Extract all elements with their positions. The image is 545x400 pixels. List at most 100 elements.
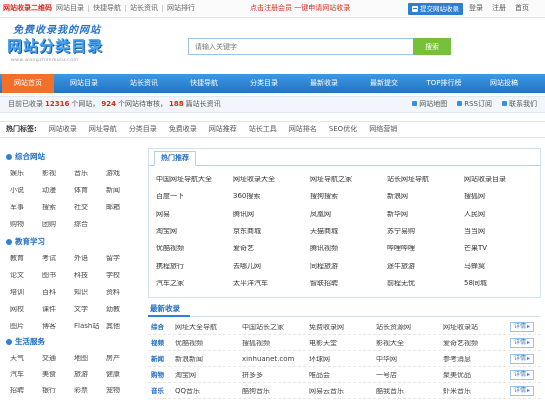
category-link[interactable]: 娱乐 [10, 170, 42, 177]
latest-site-link[interactable]: 搜狐视频 [242, 340, 306, 347]
hot-site-link[interactable]: 途牛旅游 [387, 263, 464, 270]
category-link[interactable]: 旅游 [74, 371, 106, 378]
latest-site-link[interactable]: 站长资源网 [376, 324, 440, 331]
hot-site-link[interactable]: 360搜索 [233, 193, 310, 200]
hot-site-link[interactable]: 马蜂窝 [464, 263, 541, 270]
latest-site-link[interactable]: 电影天堂 [309, 340, 373, 347]
account-link[interactable]: 登录 [469, 5, 483, 12]
latest-site-link[interactable]: 免费收录网 [309, 324, 373, 331]
latest-site-link[interactable]: 爱奇艺视频 [443, 340, 507, 347]
category-link[interactable]: 小说 [10, 187, 42, 194]
nav-item[interactable]: 最新收录 [294, 74, 354, 93]
category-link[interactable]: 考试 [42, 255, 74, 262]
category-link[interactable]: 银行 [42, 387, 74, 394]
hot-site-link[interactable]: 网址收录大全 [233, 176, 310, 183]
category-link[interactable]: 百科 [42, 289, 74, 296]
hot-site-link[interactable]: 凤凰网 [310, 211, 387, 218]
category-link[interactable]: 博客 [42, 323, 74, 330]
category-link[interactable]: 影视 [42, 170, 74, 177]
latest-category-link[interactable]: 购物 [151, 372, 164, 379]
category-link[interactable]: 其他 [106, 323, 138, 330]
category-link[interactable]: Flash站 [74, 323, 106, 330]
latest-site-link[interactable]: 中华网 [376, 356, 440, 363]
nav-item[interactable]: 网站投稿 [474, 74, 534, 93]
hot-site-link[interactable]: 搜狗搜索 [310, 193, 387, 200]
tag-link[interactable]: 免费收录 [169, 126, 197, 133]
top-link[interactable]: 网站排行 [162, 5, 199, 12]
category-link[interactable]: 课件 [42, 306, 74, 313]
latest-site-link[interactable]: 拼多多 [242, 372, 306, 379]
category-link[interactable]: 科技 [74, 272, 106, 279]
category-link[interactable]: 搜索 [42, 204, 74, 211]
latest-more-button[interactable]: 详情 [510, 386, 535, 396]
category-link[interactable]: 外语 [74, 255, 106, 262]
category-link[interactable]: 图片 [10, 323, 42, 330]
latest-site-link[interactable]: 新浪新闻 [175, 356, 239, 363]
category-link[interactable]: 文学 [74, 306, 106, 313]
latest-site-link[interactable]: 优酷视频 [175, 340, 239, 347]
account-link[interactable]: 首页 [515, 5, 529, 12]
category-link[interactable]: 资料 [106, 289, 138, 296]
hot-site-link[interactable]: 站长网址导航 [387, 176, 464, 183]
latest-site-link[interactable]: 酷我音乐 [376, 388, 440, 395]
utility-link[interactable]: RSS订阅 [457, 101, 492, 108]
category-link[interactable]: 美食 [42, 371, 74, 378]
hot-site-link[interactable]: 淘宝网 [156, 228, 233, 235]
hot-site-link[interactable]: 新浪网 [387, 193, 464, 200]
category-link[interactable]: 邮箱 [106, 204, 138, 211]
nav-item[interactable]: 快捷导航 [174, 74, 234, 93]
top-link[interactable]: 网站目录 [56, 5, 88, 12]
top-link[interactable]: 站长资讯 [125, 5, 162, 12]
latest-site-link[interactable]: 网址收录站 [443, 324, 507, 331]
tag-link[interactable]: 网址导航 [89, 126, 117, 133]
latest-site-link[interactable]: 虾米音乐 [443, 388, 507, 395]
search-button[interactable]: 搜索 [413, 38, 451, 55]
latest-more-button[interactable]: 详情 [510, 338, 535, 348]
latest-category-link[interactable]: 综合 [151, 324, 164, 331]
utility-link[interactable]: 网站地图 [412, 101, 447, 108]
category-link[interactable]: 团购 [42, 221, 74, 228]
latest-site-link[interactable]: 网易云音乐 [309, 388, 373, 395]
category-link[interactable]: 彩票 [74, 387, 106, 394]
hot-site-link[interactable]: 新华网 [387, 211, 464, 218]
hot-site-link[interactable]: 优酷视频 [156, 245, 233, 252]
category-link[interactable]: 综合 [74, 221, 106, 228]
nav-item[interactable]: 站长资讯 [114, 74, 174, 93]
hot-site-link[interactable]: 哔哩哔哩 [387, 245, 464, 252]
tag-link[interactable]: 分类目录 [129, 126, 157, 133]
latest-site-link[interactable]: 网址大全导航 [175, 324, 239, 331]
latest-category-link[interactable]: 新闻 [151, 356, 164, 363]
latest-site-link[interactable]: xinhuanet.com [242, 356, 306, 363]
category-link[interactable]: 交通 [42, 355, 74, 362]
latest-site-link[interactable]: QQ音乐 [175, 388, 239, 395]
nav-item[interactable]: 分类目录 [234, 74, 294, 93]
tag-link[interactable]: 站长工具 [249, 126, 277, 133]
category-link[interactable]: 军事 [10, 204, 42, 211]
submit-site-button[interactable]: 提交网站收录 [408, 3, 463, 15]
category-link[interactable]: 网校 [10, 306, 42, 313]
hot-site-link[interactable]: 搜狐网 [464, 193, 541, 200]
latest-category-link[interactable]: 音乐 [151, 388, 164, 395]
latest-site-link[interactable]: 参考消息 [443, 356, 507, 363]
category-link[interactable]: 社交 [74, 204, 106, 211]
tag-link[interactable]: 网站排名 [289, 126, 317, 133]
latest-site-link[interactable]: 聚美优品 [443, 372, 507, 379]
category-link[interactable]: 培训 [10, 289, 42, 296]
category-link[interactable]: 新闻 [106, 187, 138, 194]
latest-site-link[interactable]: 淘宝网 [175, 372, 239, 379]
hot-site-link[interactable]: 太平洋汽车 [233, 280, 310, 287]
hot-recommend-tab[interactable]: 热门推荐 [154, 151, 196, 166]
search-input[interactable] [188, 38, 414, 55]
tag-link[interactable]: SEO优化 [329, 126, 357, 133]
latest-site-link[interactable]: 唯品会 [309, 372, 373, 379]
hot-site-link[interactable]: 网易 [156, 211, 233, 218]
site-logo[interactable]: 免费收录我的网站 网站分类目录 www.wangzhanmulu.com [7, 24, 119, 66]
category-link[interactable]: 地图 [74, 355, 106, 362]
category-link[interactable]: 动漫 [42, 187, 74, 194]
hot-site-link[interactable]: 中国网址导航大全 [156, 176, 233, 183]
category-link[interactable]: 论文 [10, 272, 42, 279]
latest-site-link[interactable]: 环球网 [309, 356, 373, 363]
utility-link[interactable]: 联系我们 [502, 101, 537, 108]
hot-site-link[interactable]: 京东商城 [233, 228, 310, 235]
hot-site-link[interactable]: 同程旅游 [310, 263, 387, 270]
